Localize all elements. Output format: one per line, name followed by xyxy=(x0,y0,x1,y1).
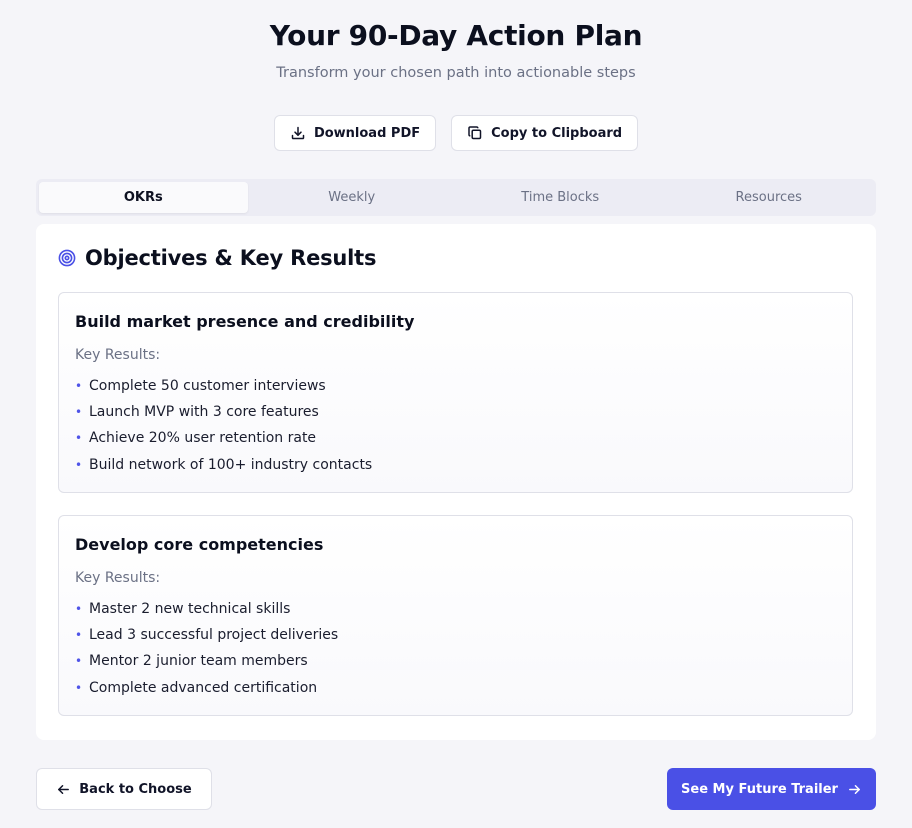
panel-header: Objectives & Key Results xyxy=(58,246,377,270)
key-result-text: Complete 50 customer interviews xyxy=(89,378,326,395)
arrow-right-icon xyxy=(849,784,860,794)
tab-time-blocks[interactable]: Time Blocks xyxy=(456,182,665,213)
key-result-item: • Launch MVP with 3 core features xyxy=(75,399,836,425)
target-icon xyxy=(58,249,76,267)
key-result-item: • Build network of 100+ industry contacts xyxy=(75,452,836,478)
key-result-item: • Complete advanced certification xyxy=(75,675,836,701)
key-result-text: Lead 3 successful project deliveries xyxy=(89,627,339,644)
copy-to-clipboard-label: Copy to Clipboard xyxy=(491,125,623,141)
arrow-left-icon xyxy=(58,784,70,794)
bullet-icon: • xyxy=(75,431,83,446)
key-result-item: • Achieve 20% user retention rate xyxy=(75,425,836,451)
download-icon xyxy=(291,126,305,140)
key-result-text: Build network of 100+ industry contacts xyxy=(89,456,373,473)
export-actions: Download PDF Copy to Clipboard xyxy=(0,115,912,151)
see-future-trailer-label: See My Future Trailer xyxy=(681,781,838,797)
key-result-text: Launch MVP with 3 core features xyxy=(89,404,319,421)
copy-icon xyxy=(468,126,482,140)
tab-weekly[interactable]: Weekly xyxy=(248,182,457,213)
key-results-list: • Complete 50 customer interviews • Launch… xyxy=(75,373,836,478)
download-pdf-label: Download PDF xyxy=(313,125,421,141)
tab-resources[interactable]: Resources xyxy=(665,182,874,213)
key-result-text: Complete advanced certification xyxy=(89,679,318,696)
objective-title: Build market presence and credibility xyxy=(75,312,415,331)
key-results-label: Key Results: xyxy=(75,570,161,586)
bullet-icon: • xyxy=(75,602,83,617)
objective-card: Build market presence and credibility Ke… xyxy=(58,292,853,493)
key-result-item: • Master 2 new technical skills xyxy=(75,596,836,622)
key-result-text: Master 2 new technical skills xyxy=(89,601,291,618)
key-result-item: • Complete 50 customer interviews xyxy=(75,373,836,399)
key-results-label: Key Results: xyxy=(75,347,161,363)
plan-tabs: OKRs Weekly Time Blocks Resources xyxy=(36,179,876,216)
tab-okrs[interactable]: OKRs xyxy=(39,182,248,213)
okr-panel: Objectives & Key Results Build market pr… xyxy=(36,224,876,740)
key-result-text: Achieve 20% user retention rate xyxy=(89,430,317,447)
page-title: Your 90-Day Action Plan xyxy=(269,19,643,52)
page-header: Your 90-Day Action Plan Transform your c… xyxy=(0,0,912,151)
bullet-icon: • xyxy=(75,680,83,695)
bullet-icon: • xyxy=(75,405,83,420)
bullet-icon: • xyxy=(75,457,83,472)
download-pdf-button[interactable]: Download PDF xyxy=(273,115,437,151)
bullet-icon: • xyxy=(75,379,83,394)
objective-title: Develop core competencies xyxy=(75,535,324,554)
copy-to-clipboard-button[interactable]: Copy to Clipboard xyxy=(451,115,639,151)
key-results-list: • Master 2 new technical skills • Lead 3 s… xyxy=(75,596,836,701)
key-result-item: • Mentor 2 junior team members xyxy=(75,648,836,674)
page-subtitle: Transform your chosen path into actionab… xyxy=(276,65,636,81)
key-result-text: Mentor 2 junior team members xyxy=(89,653,308,670)
see-future-trailer-button[interactable]: See My Future Trailer xyxy=(667,768,876,810)
back-to-choose-button[interactable]: Back to Choose xyxy=(36,768,212,810)
back-to-choose-label: Back to Choose xyxy=(79,781,192,797)
key-result-item: • Lead 3 successful project deliveries xyxy=(75,622,836,648)
objective-card: Develop core competencies Key Results: •… xyxy=(58,515,853,716)
bullet-icon: • xyxy=(75,628,83,643)
panel-title: Objectives & Key Results xyxy=(85,246,377,270)
bullet-icon: • xyxy=(75,654,83,669)
